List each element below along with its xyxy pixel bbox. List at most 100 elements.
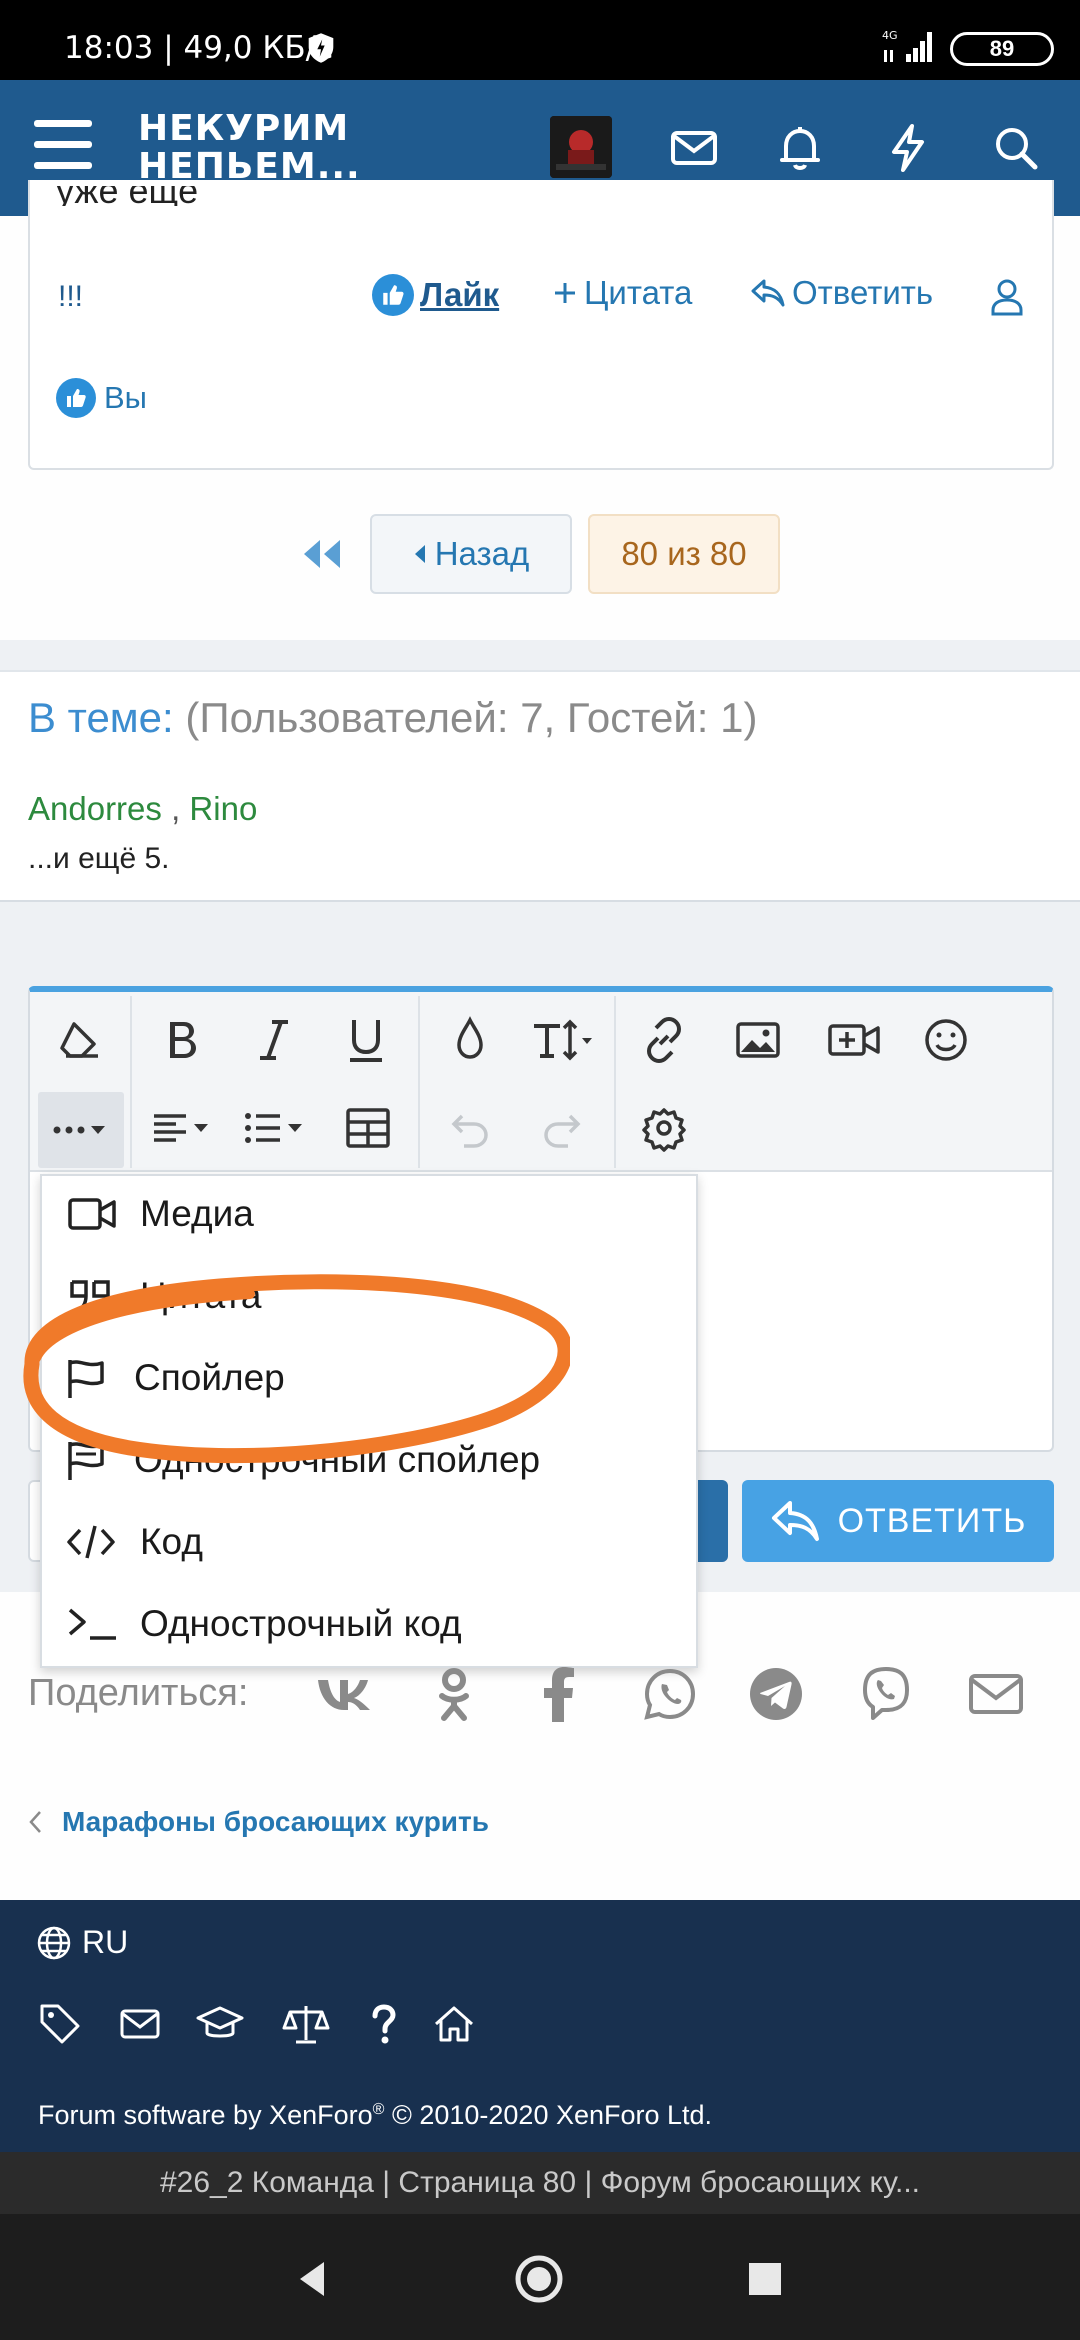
bold-icon[interactable] <box>146 1004 218 1076</box>
menu-item-media[interactable]: Медиа <box>64 1186 254 1242</box>
logo-line-1: НЕКУРИМ <box>138 108 350 149</box>
italic-icon[interactable] <box>238 1004 310 1076</box>
redo-icon[interactable] <box>526 1092 598 1164</box>
viber-icon[interactable] <box>856 1664 916 1724</box>
settings-gear-icon[interactable] <box>628 1092 700 1164</box>
menu-item-label: Однострочный код <box>140 1603 462 1644</box>
network-type: 4G <box>882 29 898 42</box>
online-user-link[interactable]: Rino <box>189 790 257 827</box>
post-card <box>28 180 1054 470</box>
section-divider <box>0 640 1080 672</box>
menu-item-inline-code[interactable]: Однострочный код <box>64 1596 462 1652</box>
like-button[interactable]: Лайк <box>372 274 499 316</box>
like-icon <box>372 274 414 316</box>
video-icon <box>68 1198 116 1230</box>
site-logo[interactable]: НЕКУРИМ НЕПЬЕМ... <box>138 110 361 186</box>
post-text: !!! <box>58 280 84 313</box>
scales-icon[interactable] <box>282 2000 330 2048</box>
font-size-icon[interactable] <box>526 1004 606 1076</box>
menu-item-label: Медиа <box>140 1193 254 1234</box>
home-nav-icon[interactable] <box>514 2254 564 2304</box>
link-icon[interactable] <box>628 1004 700 1076</box>
more-options-button[interactable] <box>38 1092 124 1168</box>
facebook-icon[interactable] <box>530 1664 590 1724</box>
back-nav-icon[interactable] <box>288 2254 338 2304</box>
language-label: RU <box>82 1924 129 1960</box>
vk-icon[interactable] <box>314 1664 374 1724</box>
shield-icon <box>308 33 334 63</box>
browser-page-title[interactable]: #26_2 Команда | Страница 80 | Форум брос… <box>0 2152 1080 2214</box>
breadcrumb-label: Марафоны бросающих курить <box>62 1806 489 1837</box>
registered-mark: ® <box>372 2101 385 2118</box>
help-icon[interactable] <box>360 2000 408 2048</box>
chevron-left-icon <box>29 1811 41 1833</box>
reactions-summary[interactable]: Вы <box>56 378 147 418</box>
status-time-speed: 18:03 | 49,0 КБ/с <box>64 30 334 66</box>
reacted-user: Вы <box>104 380 147 415</box>
prev-page-label: Назад <box>434 535 530 572</box>
reply-button[interactable]: Ответить <box>750 274 933 312</box>
list-icon[interactable] <box>238 1092 322 1164</box>
bell-icon[interactable] <box>772 120 828 176</box>
toolbar-separator <box>418 996 420 1168</box>
post-cut-text: уже ещё <box>56 186 236 206</box>
submit-reply-button[interactable]: ОТВЕТИТЬ <box>742 1480 1054 1562</box>
reply-icon <box>751 279 785 307</box>
undo-icon[interactable] <box>434 1092 506 1164</box>
like-label: Лайк <box>420 276 500 313</box>
toolbar-separator <box>130 996 132 1168</box>
menu-icon[interactable] <box>34 120 92 170</box>
smiley-icon[interactable] <box>910 1004 982 1076</box>
graduation-cap-icon[interactable] <box>196 2000 244 2048</box>
copyright[interactable]: Forum software by XenForo® © 2010-2020 X… <box>38 2100 712 2131</box>
odnoklassniki-icon[interactable] <box>424 1664 484 1724</box>
online-users-list: Andorres , Rino <box>28 790 257 828</box>
color-drop-icon[interactable] <box>434 1004 506 1076</box>
quote-label: Цитата <box>584 274 693 311</box>
recents-nav-icon[interactable] <box>740 2254 790 2304</box>
quote-button[interactable]: Цитата <box>552 274 692 312</box>
online-more: ...и ещё 5. <box>28 842 170 875</box>
online-heading-label: В теме: <box>28 694 174 741</box>
annotation-circle <box>23 1274 570 1464</box>
eraser-icon[interactable] <box>44 1004 116 1076</box>
add-video-icon[interactable] <box>818 1004 890 1076</box>
online-user-link[interactable]: Andorres <box>28 790 162 827</box>
underline-icon[interactable] <box>330 1004 402 1076</box>
globe-icon <box>37 1926 71 1959</box>
mail-icon[interactable] <box>666 120 722 176</box>
image-icon[interactable] <box>722 1004 794 1076</box>
menu-item-code[interactable]: Код <box>64 1514 203 1570</box>
home-icon[interactable] <box>430 2000 478 2048</box>
lightning-icon[interactable] <box>880 120 936 176</box>
user-avatar[interactable] <box>550 116 612 178</box>
table-icon[interactable] <box>332 1092 404 1164</box>
user-icon[interactable] <box>990 278 1024 316</box>
menu-item-label: Код <box>140 1521 203 1562</box>
reply-arrow-icon <box>771 1501 819 1541</box>
code-icon <box>67 1525 115 1559</box>
telegram-icon[interactable] <box>746 1664 806 1724</box>
online-heading: В теме: (Пользователей: 7, Гостей: 1) <box>28 694 757 742</box>
plus-icon <box>555 283 575 303</box>
email-icon[interactable] <box>966 1664 1026 1724</box>
like-reaction-icon <box>56 378 96 418</box>
online-counts: (Пользователей: 7, Гостей: 1) <box>185 694 758 741</box>
search-icon[interactable] <box>988 120 1044 176</box>
tag-icon[interactable] <box>36 2000 84 2048</box>
reply-label: Ответить <box>792 274 934 311</box>
prev-page-button[interactable]: Назад <box>370 514 572 594</box>
current-page-indicator[interactable]: 80 из 80 <box>588 514 780 594</box>
signal-icon: 4G <box>882 29 932 62</box>
contact-mail-icon[interactable] <box>116 2000 164 2048</box>
language-selector[interactable]: RU <box>36 1924 128 1961</box>
caret-left-icon <box>414 545 425 563</box>
site-footer: RU Forum software by XenForo® © 2010-202… <box>0 1900 1080 2152</box>
ellipsis-icon <box>53 1126 105 1134</box>
align-icon[interactable] <box>146 1092 230 1164</box>
breadcrumb[interactable]: Марафоны бросающих курить <box>28 1806 489 1838</box>
copyright-text: Forum software by XenForo <box>38 2100 373 2130</box>
first-page-icon[interactable] <box>300 536 344 572</box>
android-navigation-bar <box>0 2214 1080 2340</box>
whatsapp-icon[interactable] <box>640 1664 700 1724</box>
